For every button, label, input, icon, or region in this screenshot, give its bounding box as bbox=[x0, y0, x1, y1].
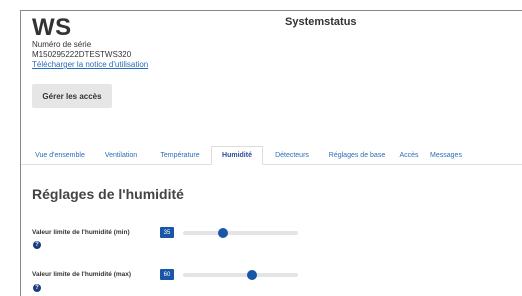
humidity-max-value-badge: 60 bbox=[160, 269, 174, 280]
humidity-max-slider-thumb[interactable] bbox=[247, 270, 257, 280]
tab-messages[interactable]: Messages bbox=[428, 146, 464, 165]
tab-vue-ensemble[interactable]: Vue d'ensemble bbox=[32, 146, 88, 165]
humidity-min-label: Valeur limite de l'humidité (min) bbox=[32, 229, 130, 236]
humidity-min-slider[interactable] bbox=[183, 228, 298, 238]
device-name: WS bbox=[32, 14, 72, 41]
tab-reglages-de-base[interactable]: Réglages de base bbox=[326, 146, 388, 165]
status-title: Systemstatus bbox=[285, 16, 357, 28]
tab-ventilation[interactable]: Ventilation bbox=[102, 146, 140, 165]
download-manual-link[interactable]: Télécharger la notice d'utilisation bbox=[32, 60, 148, 69]
serial-number-label: Numéro de série bbox=[32, 40, 92, 49]
tab-acces[interactable]: Accès bbox=[399, 146, 419, 165]
tab-detecteurs[interactable]: Détecteurs bbox=[270, 146, 314, 165]
section-title: Réglages de l'humidité bbox=[32, 186, 184, 202]
humidity-max-slider[interactable] bbox=[183, 270, 298, 280]
question-circle-icon[interactable]: ? bbox=[33, 284, 41, 292]
serial-number-value: M150295222DTESTWS320 bbox=[32, 50, 132, 59]
tab-humidite[interactable]: Humidité bbox=[211, 146, 263, 165]
humidity-min-value-badge: 35 bbox=[160, 227, 174, 238]
manage-access-button[interactable]: Gérer les accès bbox=[32, 84, 112, 108]
tab-temperature[interactable]: Température bbox=[156, 146, 204, 165]
humidity-max-label: Valeur limite de l'humidité (max) bbox=[32, 271, 132, 278]
question-circle-icon[interactable]: ? bbox=[33, 241, 41, 249]
